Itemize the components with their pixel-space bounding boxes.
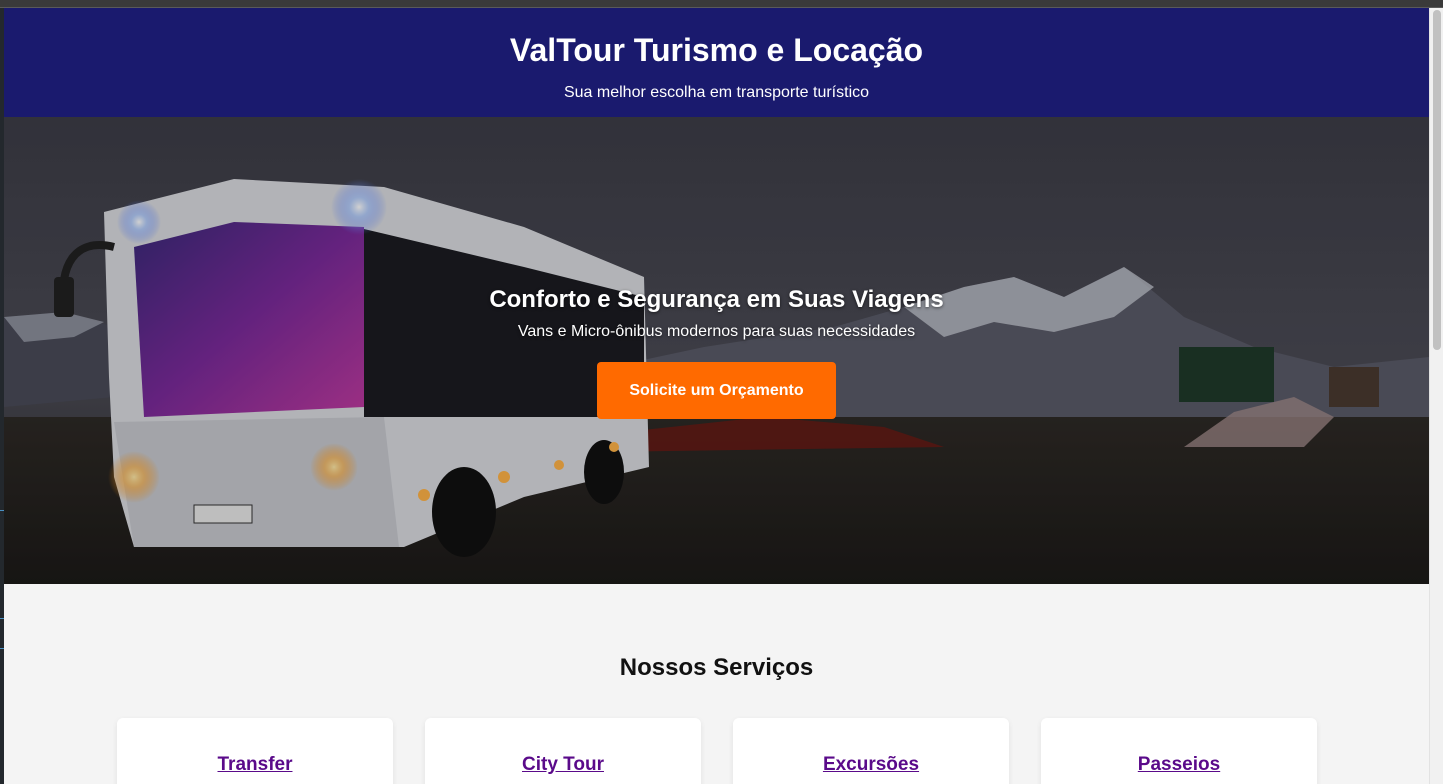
service-card-passeios[interactable]: Passeios: [1041, 718, 1317, 784]
scrollbar-thumb[interactable]: [1433, 10, 1441, 350]
service-link-transfer[interactable]: Transfer: [218, 754, 293, 775]
site-title: ValTour Turismo e Locação: [509, 32, 924, 68]
service-link-passeios[interactable]: Passeios: [1138, 754, 1220, 775]
service-link-excursoes[interactable]: Excursões: [823, 754, 919, 775]
service-link-city-tour[interactable]: City Tour: [522, 754, 604, 775]
site-tagline: Sua melhor escolha em transporte turísti…: [563, 84, 870, 101]
site-header: ValTour Turismo e Locação Sua melhor esc…: [4, 8, 1429, 117]
service-card-transfer[interactable]: Transfer: [117, 718, 393, 784]
vertical-scrollbar[interactable]: [1429, 8, 1443, 784]
hero-background-image: [4, 117, 1429, 584]
page-viewport: ValTour Turismo e Locação Sua melhor esc…: [4, 8, 1429, 784]
services-title: Nossos Serviços: [619, 654, 814, 681]
hero-subtitle: Vans e Micro-ônibus modernos para suas n…: [517, 323, 916, 340]
hero-title: Conforto e Segurança em Suas Viagens: [489, 286, 944, 313]
service-card-city-tour[interactable]: City Tour: [425, 718, 701, 784]
hero-banner: Conforto e Segurança em Suas Viagens Van…: [4, 117, 1429, 584]
browser-top-bar: [0, 0, 1443, 8]
request-quote-button[interactable]: Solicite um Orçamento: [597, 362, 836, 419]
services-section: Nossos Serviços: [4, 653, 1429, 683]
service-card-excursoes[interactable]: Excursões: [733, 718, 1009, 784]
